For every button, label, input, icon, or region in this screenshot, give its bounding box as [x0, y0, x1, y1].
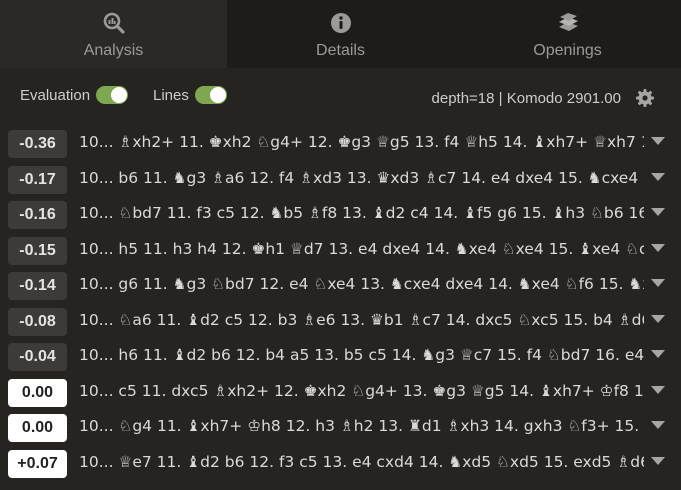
- expand-caret-icon[interactable]: [651, 314, 665, 323]
- line-moves[interactable]: 10... c5 11. dxc5 ♗xh2+ 12. ♚xh2 ♘g4+ 13…: [79, 382, 644, 400]
- engine-line[interactable]: -0.08 10... ♘a6 11. ♝d2 c5 12. b3 ♗e6 13…: [0, 304, 681, 338]
- lines-label: Lines: [153, 86, 189, 104]
- toggle-knob: [111, 87, 128, 103]
- tab-details[interactable]: Details: [227, 0, 454, 68]
- lines-control: Lines: [153, 86, 227, 104]
- line-moves[interactable]: 10... ♗xh2+ 11. ♚xh2 ♘g4+ 12. ♚g3 ♕g5 13…: [79, 133, 644, 151]
- tab-analysis[interactable]: Analysis: [0, 0, 227, 68]
- evaluation-badge: -0.14: [8, 272, 67, 300]
- expand-caret-icon[interactable]: [651, 421, 665, 429]
- engine-line[interactable]: -0.17 10... b6 11. ♞g3 ♗a6 12. f4 ♗xd3 1…: [0, 162, 681, 196]
- evaluation-badge: 0.00: [8, 378, 67, 407]
- evaluation-toggle[interactable]: [96, 86, 129, 104]
- expand-caret-icon[interactable]: [651, 208, 665, 216]
- magnifier-chart-icon: [102, 11, 126, 35]
- tab-details-label: Details: [316, 42, 365, 59]
- tab-bar: Analysis Details Openings: [0, 0, 681, 68]
- expand-caret-icon[interactable]: [651, 243, 665, 252]
- engine-line[interactable]: -0.36 10... ♗xh2+ 11. ♚xh2 ♘g4+ 12. ♚g3 …: [0, 126, 681, 160]
- tab-analysis-label: Analysis: [83, 42, 144, 59]
- engine-line[interactable]: +0.07 10... ♕e7 11. ♝d2 b6 12. f3 c5 13.…: [0, 446, 681, 480]
- info-circle-icon: [329, 11, 353, 35]
- lines-toggle[interactable]: [194, 86, 227, 104]
- book-stack-icon: [556, 11, 580, 35]
- engine-line[interactable]: 0.00 10... c5 11. dxc5 ♗xh2+ 12. ♚xh2 ♘g…: [0, 375, 681, 409]
- evaluation-badge: -0.17: [8, 165, 67, 194]
- expand-caret-icon[interactable]: [651, 350, 665, 358]
- engine-line[interactable]: 0.00 10... ♘g4 11. ♝xh7+ ♔h8 12. h3 ♗h2 …: [0, 410, 681, 444]
- engine-line[interactable]: -0.15 10... h5 11. h3 h4 12. ♚h1 ♕d7 13.…: [0, 233, 681, 267]
- evaluation-badge: -0.36: [8, 130, 67, 158]
- expand-caret-icon[interactable]: [651, 137, 665, 145]
- expand-caret-icon[interactable]: [651, 172, 665, 181]
- engine-line[interactable]: -0.16 10... ♘bd7 11. f3 c5 12. ♞b5 ♗f8 1…: [0, 197, 681, 231]
- line-moves[interactable]: 10... h6 11. ♝d2 b6 12. b4 a5 13. b5 c5 …: [79, 346, 644, 364]
- gear-icon[interactable]: [635, 88, 655, 108]
- evaluation-badge: +0.07: [8, 449, 67, 478]
- evaluation-badge: -0.08: [8, 307, 67, 336]
- line-moves[interactable]: 10... h5 11. h3 h4 12. ♚h1 ♕d7 13. e4 dx…: [79, 240, 644, 258]
- engine-line[interactable]: -0.14 10... g6 11. ♞g3 ♘bd7 12. e4 ♘xe4 …: [0, 268, 681, 302]
- line-moves[interactable]: 10... ♘g4 11. ♝xh7+ ♔h8 12. h3 ♗h2 13. ♜…: [79, 417, 644, 435]
- evaluation-badge: -0.15: [8, 236, 67, 265]
- tab-openings[interactable]: Openings: [454, 0, 681, 68]
- analysis-controls: Evaluation Lines depth=18 | Komodo 2901.…: [0, 78, 681, 116]
- line-moves[interactable]: 10... b6 11. ♞g3 ♗a6 12. f4 ♗xd3 13. ♛xd…: [79, 169, 644, 187]
- expand-caret-icon[interactable]: [651, 279, 665, 287]
- engine-line[interactable]: -0.04 10... h6 11. ♝d2 b6 12. b4 a5 13. …: [0, 339, 681, 373]
- evaluation-badge: -0.04: [8, 343, 67, 371]
- evaluation-badge: -0.16: [8, 201, 67, 229]
- evaluation-control: Evaluation: [20, 86, 129, 104]
- evaluation-badge: 0.00: [8, 414, 67, 442]
- tab-openings-label: Openings: [533, 42, 602, 59]
- engine-info: depth=18 | Komodo 2901.00: [431, 90, 621, 107]
- line-moves[interactable]: 10... ♘a6 11. ♝d2 c5 12. b3 ♗e6 13. ♛b1 …: [79, 311, 644, 329]
- expand-caret-icon[interactable]: [651, 385, 665, 394]
- line-moves[interactable]: 10... ♘bd7 11. f3 c5 12. ♞b5 ♗f8 13. ♝d2…: [79, 204, 644, 222]
- line-moves[interactable]: 10... g6 11. ♞g3 ♘bd7 12. e4 ♘xe4 13. ♞c…: [79, 275, 644, 293]
- line-moves[interactable]: 10... ♕e7 11. ♝d2 b6 12. f3 c5 13. e4 cx…: [79, 453, 644, 471]
- evaluation-label: Evaluation: [20, 86, 91, 104]
- expand-caret-icon[interactable]: [651, 456, 665, 465]
- toggle-knob: [209, 87, 226, 103]
